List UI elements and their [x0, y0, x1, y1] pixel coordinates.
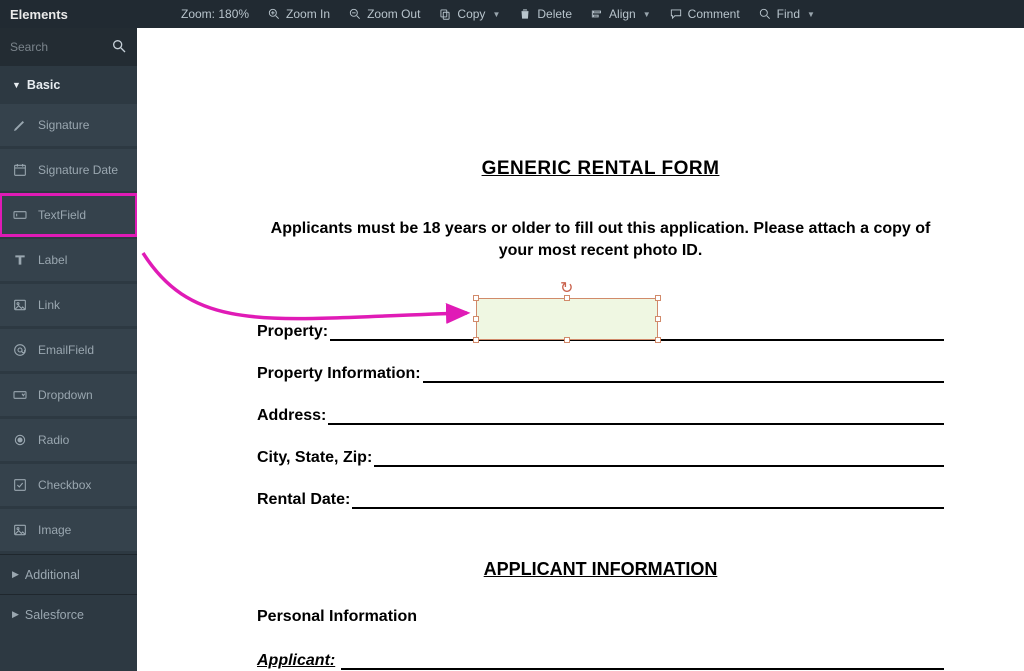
sidebar-item-label: Image — [38, 523, 71, 537]
chevron-down-icon: ▼ — [643, 10, 651, 19]
comment-button[interactable]: Comment — [669, 7, 740, 21]
resize-handle[interactable] — [655, 316, 661, 322]
sidebar-item-checkbox[interactable]: Checkbox — [0, 464, 137, 506]
field-label: Property: — [257, 323, 328, 341]
resize-handle[interactable] — [655, 295, 661, 301]
sidebar-item-signature-date[interactable]: Signature Date — [0, 149, 137, 191]
elements-sidebar: Search ▼ Basic Signature Signature Date — [0, 28, 137, 671]
zoom-out-button[interactable]: Zoom Out — [348, 7, 420, 21]
underline-rule — [328, 409, 944, 425]
find-button[interactable]: Find ▼ — [758, 7, 815, 21]
panel-title: Elements — [10, 7, 145, 22]
calendar-icon — [12, 162, 28, 178]
sidebar-item-label: EmailField — [38, 343, 94, 357]
pen-icon — [12, 117, 28, 133]
chevron-down-icon: ▼ — [12, 80, 21, 90]
search-icon — [111, 38, 127, 57]
zoom-out-icon — [348, 7, 362, 21]
section-salesforce[interactable]: ▶ Salesforce — [0, 594, 137, 634]
at-icon — [12, 342, 28, 358]
underline-rule — [341, 654, 944, 670]
document: GENERIC RENTAL FORM Applicants must be 1… — [137, 28, 1024, 671]
personal-info-heading: Personal Information — [257, 608, 944, 626]
field-rental-date: Rental Date: — [257, 491, 944, 509]
sidebar-item-label: Signature — [38, 118, 89, 132]
field-label: Address: — [257, 407, 326, 425]
zoom-in-button[interactable]: Zoom In — [267, 7, 330, 21]
dropdown-icon — [12, 387, 28, 403]
search-icon — [758, 7, 772, 21]
text-icon — [12, 252, 28, 268]
chevron-right-icon: ▶ — [12, 609, 19, 620]
placed-textfield[interactable] — [476, 298, 658, 340]
section-additional[interactable]: ▶ Additional — [0, 554, 137, 594]
field-label: Applicant: — [257, 652, 335, 670]
resize-handle[interactable] — [473, 337, 479, 343]
radio-icon — [12, 432, 28, 448]
comment-icon — [669, 7, 683, 21]
sidebar-item-label: Radio — [38, 433, 69, 447]
resize-handle[interactable] — [473, 316, 479, 322]
sidebar-item-label: Link — [38, 298, 60, 312]
top-toolbar: Elements Zoom: 180% Zoom In Zoom Out Cop… — [0, 0, 1024, 28]
form-subtitle: Applicants must be 18 years or older to … — [257, 218, 944, 263]
sidebar-item-radio[interactable]: Radio — [0, 419, 137, 461]
field-csz: City, State, Zip: — [257, 449, 944, 467]
sidebar-item-label: Dropdown — [38, 388, 93, 402]
field-label: Property Information: — [257, 365, 421, 383]
image-icon — [12, 522, 28, 538]
resize-handle[interactable] — [655, 337, 661, 343]
main-area: Search ▼ Basic Signature Signature Date — [0, 28, 1024, 671]
field-label: Rental Date: — [257, 491, 350, 509]
field-applicant: Applicant: — [257, 652, 944, 670]
search-placeholder: Search — [10, 40, 103, 54]
field-label: City, State, Zip: — [257, 449, 372, 467]
zoom-level-label: Zoom: 180% — [181, 7, 249, 21]
zoom-in-icon — [267, 7, 281, 21]
field-property-info: Property Information: — [257, 365, 944, 383]
image-icon — [12, 297, 28, 313]
field-address: Address: — [257, 407, 944, 425]
sidebar-item-link[interactable]: Link — [0, 284, 137, 326]
sidebar-item-label: Label — [38, 253, 67, 267]
sidebar-item-label: Checkbox — [38, 478, 91, 492]
copy-button[interactable]: Copy ▼ — [438, 7, 500, 21]
section-basic[interactable]: ▼ Basic — [0, 66, 137, 104]
sidebar-item-signature[interactable]: Signature — [0, 104, 137, 146]
align-icon — [590, 7, 604, 21]
chevron-down-icon: ▼ — [492, 10, 500, 19]
resize-handle[interactable] — [564, 295, 570, 301]
form-title: GENERIC RENTAL FORM — [257, 158, 944, 180]
sidebar-item-textfield[interactable]: TextField — [0, 194, 137, 236]
section-applicant-info: APPLICANT INFORMATION — [257, 559, 944, 580]
chevron-right-icon: ▶ — [12, 569, 19, 580]
toolbar-items: Zoom: 180% Zoom In Zoom Out Copy ▼ Del — [145, 7, 815, 21]
underline-rule — [423, 367, 944, 383]
textfield-icon — [12, 207, 28, 223]
underline-rule — [374, 451, 944, 467]
canvas[interactable]: GENERIC RENTAL FORM Applicants must be 1… — [137, 28, 1024, 671]
align-button[interactable]: Align ▼ — [590, 7, 651, 21]
sidebar-item-label[interactable]: Label — [0, 239, 137, 281]
resize-handle[interactable] — [564, 337, 570, 343]
trash-icon — [518, 7, 532, 21]
copy-icon — [438, 7, 452, 21]
resize-handle[interactable] — [473, 295, 479, 301]
delete-button[interactable]: Delete — [518, 7, 572, 21]
sidebar-item-image[interactable]: Image — [0, 509, 137, 551]
zoom-level: Zoom: 180% — [181, 7, 249, 21]
underline-rule — [352, 493, 944, 509]
sidebar-item-label: TextField — [38, 208, 86, 222]
sidebar-item-label: Signature Date — [38, 163, 118, 177]
sidebar-item-dropdown[interactable]: Dropdown — [0, 374, 137, 416]
checkbox-icon — [12, 477, 28, 493]
chevron-down-icon: ▼ — [807, 10, 815, 19]
search-input[interactable]: Search — [0, 28, 137, 66]
sidebar-item-emailfield[interactable]: EmailField — [0, 329, 137, 371]
